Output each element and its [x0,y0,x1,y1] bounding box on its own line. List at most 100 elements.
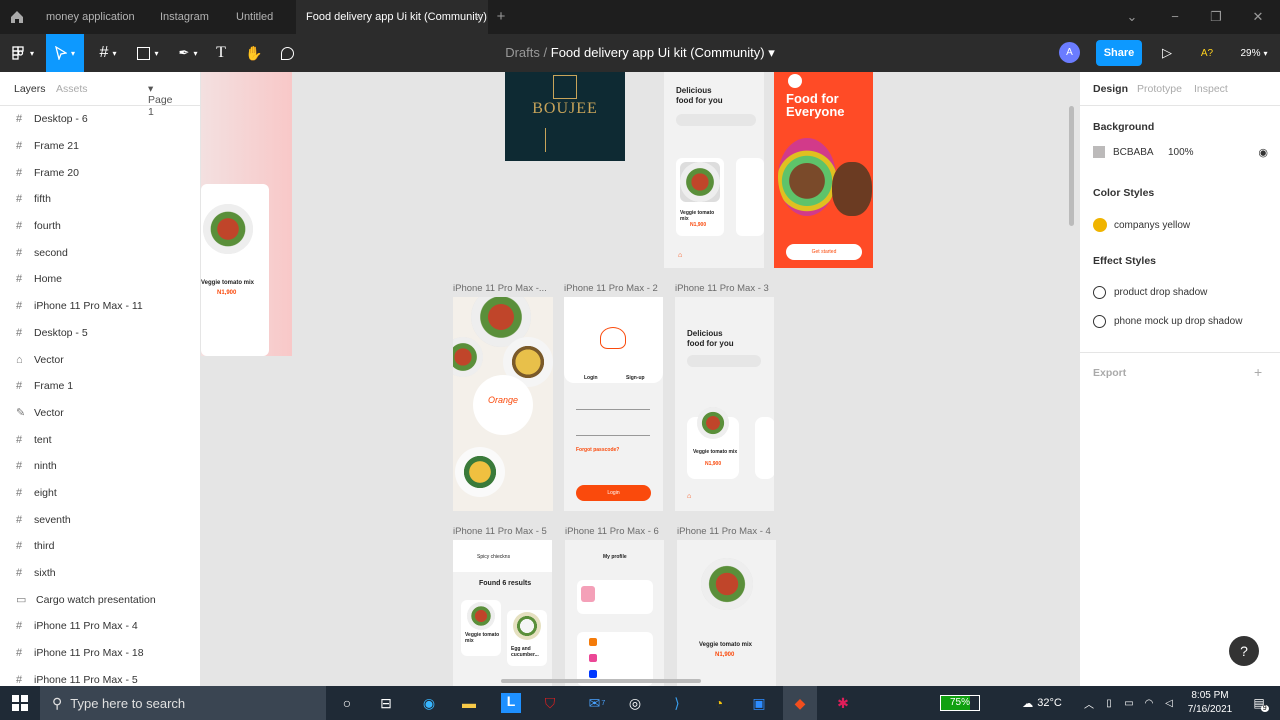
taskbar-search[interactable]: ⚲ Type here to search [40,686,326,720]
effect-style-item[interactable]: phone mock up drop shadow [1093,315,1242,328]
color-style-item[interactable]: companys yellow [1093,218,1190,232]
edge-icon[interactable]: ◉ [412,686,446,720]
layer-item[interactable]: # iPhone 11 Pro Max - 18 [0,640,200,667]
wifi-icon[interactable]: ◠ [1140,686,1158,720]
layer-item[interactable]: # seventh [0,506,200,533]
layer-item[interactable]: # Home [0,266,200,293]
layer-item[interactable]: # eight [0,480,200,507]
shape-tool[interactable]: ▾ [130,34,166,72]
move-tool[interactable]: ▾ [46,34,84,72]
minimize-button[interactable]: − [1155,0,1195,34]
help-button[interactable]: ? [1229,636,1259,666]
password-field[interactable] [576,435,650,436]
chevron-down-icon[interactable]: ⌄ [1112,0,1152,34]
file-name[interactable]: Food delivery app Ui kit (Community) [551,45,765,60]
search-results-frame[interactable]: Spicy chieckns Found 6 results Veggie to… [453,540,552,686]
color-swatch[interactable] [1093,146,1105,158]
login-tab[interactable]: Login [584,375,598,381]
zoom-control[interactable]: 29% ▾ [1234,34,1274,72]
layer-item[interactable]: # fifth [0,186,200,213]
canvas[interactable]: Veggie tomato mix N1,900 BOUJEE Deliciou… [201,72,1079,686]
product-detail-frame[interactable]: Veggie tomato mix N1,900 [677,540,776,686]
frame-label[interactable]: iPhone 11 Pro Max -... [453,283,547,294]
layer-item[interactable]: # Frame 1 [0,373,200,400]
frame-label[interactable]: iPhone 11 Pro Max - 3 [675,283,769,294]
profile-frame[interactable]: My profile [565,540,664,686]
home-screen-frame[interactable]: Delicious food for you Veggie tomato mix… [675,297,774,511]
background-hex[interactable]: BCBABA [1113,147,1168,158]
tab-layers[interactable]: Layers [14,83,46,95]
layer-item[interactable]: # second [0,239,200,266]
restore-button[interactable]: ❐ [1196,0,1236,34]
volume-icon[interactable]: ◁ [1160,686,1178,720]
mail-icon[interactable]: ✉ 7 [580,686,614,720]
home-screen-frame[interactable]: Delicious food for you Veggie tomato mix… [664,72,764,268]
tab-assets[interactable]: Assets [56,83,88,95]
tab-money-application[interactable]: money application [36,0,146,34]
layer-item[interactable]: # Frame 20 [0,159,200,186]
new-tab-button[interactable]: + [481,0,521,34]
login-button[interactable]: Login [576,485,651,501]
background-opacity[interactable]: 100% [1168,147,1194,158]
tab-inspect[interactable]: Inspect [1194,83,1228,95]
layer-item[interactable]: # iPhone 11 Pro Max - 11 [0,293,200,320]
chrome-icon[interactable]: ◔ [702,686,736,720]
boujee-card[interactable]: BOUJEE [505,72,625,161]
horizontal-scrollbar[interactable] [501,679,701,683]
close-window-button[interactable]: ✕ [1238,0,1278,34]
avatar[interactable]: A [1059,42,1080,63]
get-started-button[interactable]: Get started [786,244,862,260]
layer-item[interactable]: ✎ Vector [0,400,200,427]
app-l-icon[interactable]: L [494,686,528,720]
vscode-icon[interactable]: ⟩ [660,686,694,720]
chevron-down-icon[interactable]: ▾ [768,45,775,60]
add-export-button[interactable]: + [1254,364,1262,380]
task-view-icon[interactable]: ⊟ [369,686,403,720]
login-frame[interactable]: Login Sign-up Forgot passcode? Login [564,297,663,511]
mcafee-icon[interactable]: ⛉ [533,686,567,720]
hand-tool[interactable]: ✋ [242,34,266,72]
signup-tab[interactable]: Sign-up [626,375,645,381]
share-button[interactable]: Share [1096,40,1142,66]
breadcrumb-drafts[interactable]: Drafts [505,45,540,60]
frame-tool[interactable]: # ▾ [90,34,126,72]
layer-item[interactable]: ⌂ Vector [0,346,200,373]
layer-item[interactable]: # fourth [0,213,200,240]
frame-label[interactable]: iPhone 11 Pro Max - 5 [453,526,547,537]
figma-taskbar-icon[interactable]: ◆ [783,686,817,720]
pen-tool[interactable]: ✒ ▾ [170,34,206,72]
layer-item[interactable]: # ninth [0,453,200,480]
weather-widget[interactable]: ☁ 32°C [1012,686,1072,720]
layer-item[interactable]: # tent [0,426,200,453]
chevron-up-icon[interactable]: ︿ [1080,686,1098,720]
layer-item[interactable]: # sixth [0,560,200,587]
battery-indicator[interactable]: 75% [940,695,980,711]
tab-untitled[interactable]: Untitled [226,0,296,34]
frame-label[interactable]: iPhone 11 Pro Max - 4 [677,526,771,537]
battery-icon[interactable]: ▭ [1120,686,1138,720]
splash-frame[interactable]: Orange [453,297,553,511]
vertical-scrollbar[interactable] [1069,106,1074,226]
layer-item[interactable]: # iPhone 11 Pro Max - 4 [0,613,200,640]
notification-icon[interactable]: ▤ 9 [1244,686,1278,720]
home-icon[interactable] [10,10,24,24]
layer-item[interactable]: ▭ Cargo watch presentation [0,586,200,613]
effect-style-item[interactable]: product drop shadow [1093,286,1207,299]
obs-icon[interactable]: ◎ [618,686,652,720]
missing-fonts-button[interactable]: A? [1196,34,1218,72]
background-fill-row[interactable]: BCBABA 100% ◉ [1093,146,1268,159]
present-button[interactable]: ▷ [1158,34,1176,72]
layer-item[interactable]: # third [0,533,200,560]
layer-item[interactable]: # Desktop - 5 [0,320,200,347]
zoom-icon[interactable]: ▣ [742,686,776,720]
windows-start-icon[interactable] [3,686,37,720]
forgot-passcode-link[interactable]: Forgot passcode? [576,447,619,453]
clock[interactable]: 8:05 PM 7/16/2021 [1180,689,1240,717]
tab-food-delivery[interactable]: Food delivery app Ui kit (Community) × [296,0,488,34]
frame-label[interactable]: iPhone 11 Pro Max - 6 [565,526,659,537]
partial-frame[interactable]: Veggie tomato mix N1,900 [201,72,292,356]
tab-prototype[interactable]: Prototype [1137,83,1182,95]
onboarding-frame[interactable]: Food for Everyone Get started [774,72,873,268]
slack-icon[interactable]: ✱ [826,686,860,720]
file-explorer-icon[interactable]: ▬ [452,686,486,720]
